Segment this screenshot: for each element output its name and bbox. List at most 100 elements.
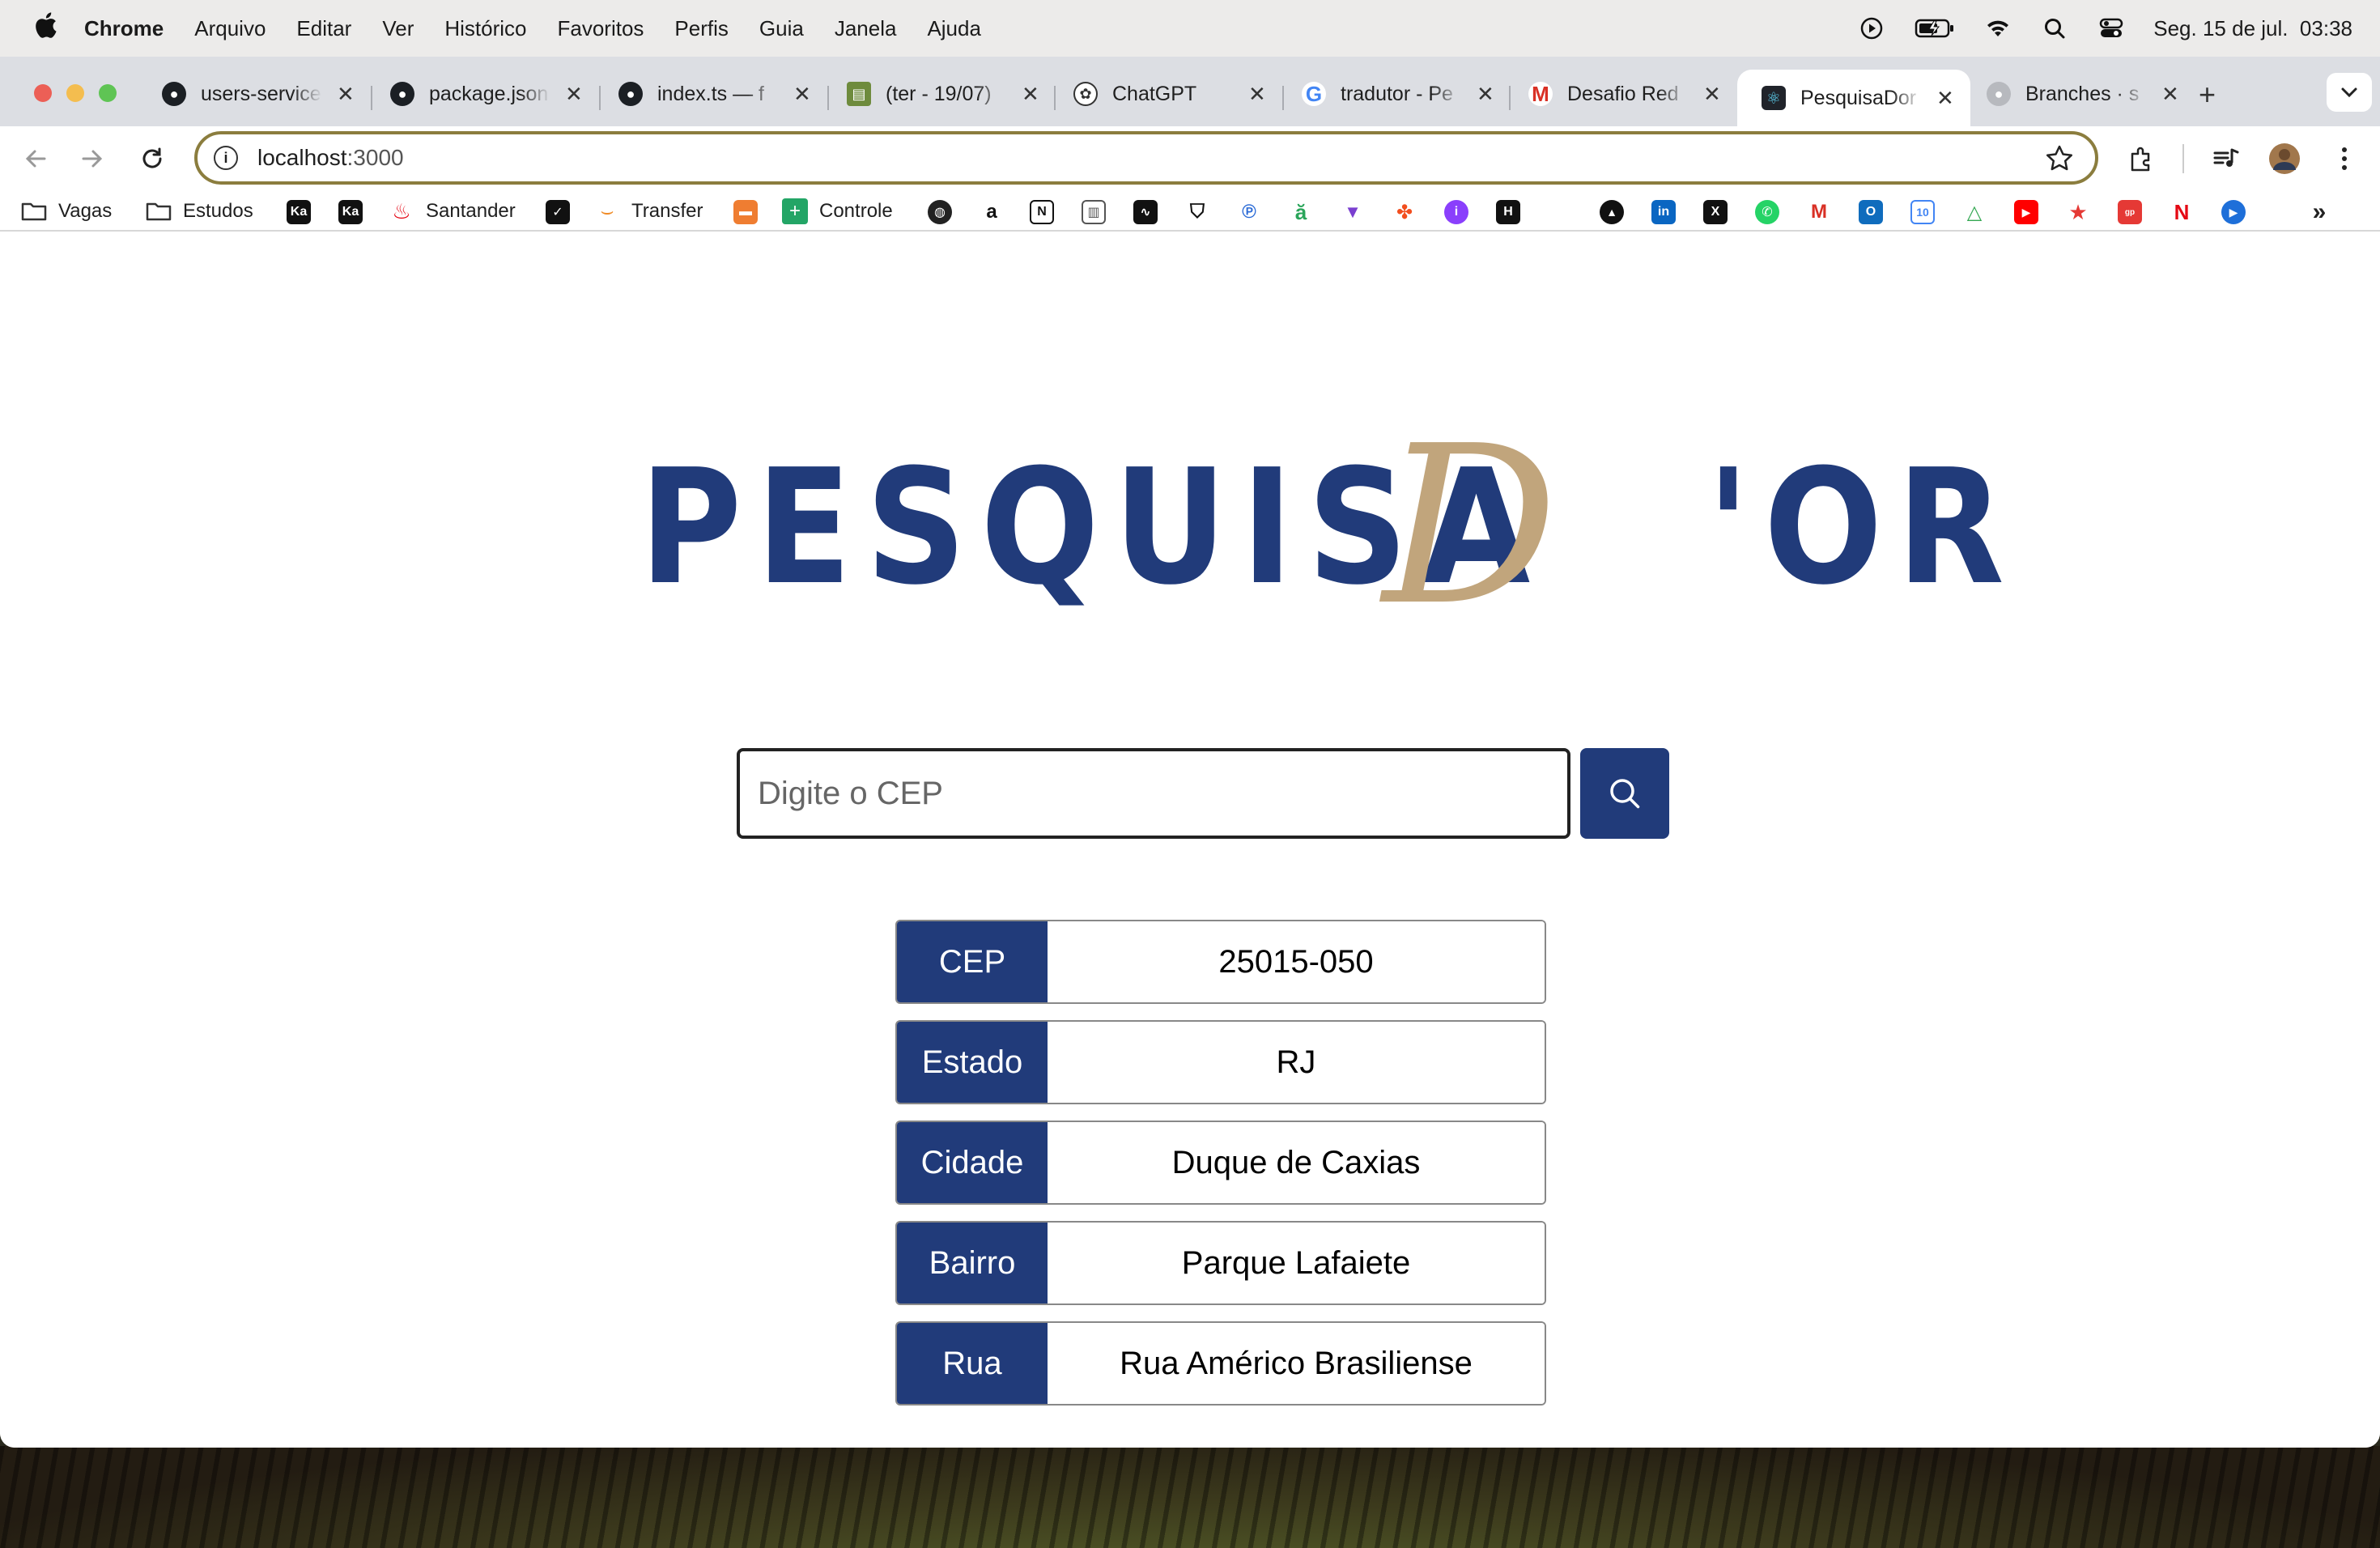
tab-index-ts[interactable]: ● index.ts — f ✕ (594, 70, 827, 118)
apple-icon[interactable] (29, 11, 62, 47)
linkedin-icon[interactable]: in (1651, 200, 1676, 224)
spotlight-search-icon[interactable] (2040, 17, 2069, 40)
chevron-down-icon (2341, 87, 2357, 98)
close-tab-icon[interactable]: ✕ (2161, 82, 2179, 107)
menu-guia[interactable]: Guia (759, 16, 804, 41)
close-tab-icon[interactable]: ✕ (1248, 82, 1266, 107)
search-button[interactable] (1580, 748, 1669, 839)
gmail-icon[interactable]: M (1807, 200, 1831, 224)
wolf-icon[interactable]: ▼ (1341, 200, 1365, 224)
close-tab-icon[interactable]: ✕ (793, 82, 811, 107)
close-tab-icon[interactable]: ✕ (565, 82, 583, 107)
tab-users-service[interactable]: ● users-service ✕ (138, 70, 371, 118)
bookmark-controle[interactable]: + Controle (782, 198, 893, 225)
star-red-icon[interactable]: ★ (2066, 200, 2090, 224)
netflix-icon[interactable]: N (2170, 200, 2194, 224)
close-window-button[interactable] (34, 84, 52, 102)
tab-package-json[interactable]: ● package.json ✕ (366, 70, 599, 118)
result-row-estado: Estado RJ (895, 1020, 1546, 1104)
menu-arquivo[interactable]: Arquivo (194, 16, 266, 41)
extensions-button[interactable] (2126, 142, 2158, 175)
a-breve-icon[interactable]: ă (1289, 200, 1313, 224)
media-control-button[interactable] (2210, 142, 2242, 175)
tab-pesquisador[interactable]: ⚛ PesquisaDor ✕ (1737, 70, 1970, 126)
sheets-icon: + (782, 198, 808, 224)
menu-janela[interactable]: Janela (835, 16, 897, 41)
zoom-window-button[interactable] (99, 84, 117, 102)
result-value: 25015-050 (1048, 921, 1545, 1002)
bookmark-transfer[interactable]: ⌣ Transfer (594, 198, 703, 225)
forward-button[interactable] (76, 142, 108, 175)
menu-perfis[interactable]: Perfis (674, 16, 728, 41)
google-drive-icon[interactable]: △ (1962, 200, 1987, 224)
tab-search-button[interactable] (2327, 73, 2372, 112)
wifi-icon[interactable] (1983, 17, 2012, 40)
menu-favoritos[interactable]: Favoritos (558, 16, 644, 41)
trello-icon[interactable]: ▥ (1082, 200, 1106, 224)
calendar-icon[interactable]: 10 (1910, 200, 1935, 224)
close-tab-icon[interactable]: ✕ (1477, 82, 1494, 107)
pulse-icon[interactable]: ∿ (1133, 200, 1158, 224)
amazon-icon[interactable]: a (980, 200, 1004, 224)
globe-icon[interactable]: ◍ (928, 200, 952, 224)
h-icon[interactable]: H (1496, 200, 1520, 224)
notion-icon[interactable]: N (1030, 200, 1054, 224)
cep-search-input[interactable] (737, 748, 1570, 839)
close-tab-icon[interactable]: ✕ (337, 82, 355, 107)
x-icon[interactable]: X (1703, 200, 1728, 224)
outlook-icon[interactable]: O (1859, 200, 1883, 224)
bookmarks-bar: Vagas Estudos Ka Ka ♨ Santander ✓ ⌣ Tran… (0, 191, 2380, 232)
reload-button[interactable] (136, 142, 168, 175)
ka-bookmark-icon[interactable]: Ka (287, 200, 311, 224)
menu-app-name[interactable]: Chrome (84, 16, 164, 41)
github-icon: ● (1987, 82, 2011, 106)
vercel-icon[interactable]: ▲ (1600, 200, 1624, 224)
globoplay-icon[interactable]: gp (2118, 200, 2142, 224)
bookmark-star-icon[interactable] (2045, 144, 2074, 179)
p-icon[interactable]: ℗ (1237, 200, 1261, 224)
menu-ver[interactable]: Ver (382, 16, 414, 41)
bookmark-label: Vagas (58, 200, 113, 222)
minimize-window-button[interactable] (66, 84, 84, 102)
tab-branches[interactable]: ● Branches · s ✕ (1962, 70, 2195, 118)
site-info-icon[interactable]: i (214, 146, 238, 170)
tab-ter-19-07[interactable]: ▤ (ter - 19/07) ✕ (822, 70, 1056, 118)
bookmark-folder-estudos[interactable]: Estudos (146, 198, 253, 225)
info-purple-icon[interactable]: i (1444, 200, 1468, 224)
close-tab-icon[interactable]: ✕ (1703, 82, 1721, 107)
back-button[interactable] (19, 142, 52, 175)
figma-icon[interactable]: ✤ (1392, 200, 1417, 224)
tab-tradutor[interactable]: G tradutor - Pe ✕ (1277, 70, 1511, 118)
tab-label: package.json (429, 82, 549, 105)
tab-chatgpt[interactable]: ✿ ChatGPT ✕ (1049, 70, 1282, 118)
tab-desafio[interactable]: M Desafio Red ✕ (1504, 70, 1737, 118)
logo-text: PESQUISA 'OR (640, 436, 2019, 620)
shield-icon[interactable]: ⛉ (1185, 200, 1209, 224)
bookmark-santander[interactable]: ♨ Santander (389, 198, 515, 225)
amazon-smile-icon: ⌣ (600, 198, 614, 223)
tab-label: tradutor - Pe (1341, 82, 1453, 105)
whatsapp-icon[interactable]: ✆ (1755, 200, 1779, 224)
nike-bookmark-icon[interactable]: ✓ (546, 200, 570, 224)
ka-bookmark-icon[interactable]: Ka (338, 200, 363, 224)
battery-charging-icon[interactable] (1914, 17, 1956, 40)
close-tab-icon[interactable]: ✕ (1022, 82, 1039, 107)
chevron-double-right-icon[interactable]: » (2307, 198, 2331, 225)
search-row (737, 748, 1669, 839)
close-tab-icon[interactable]: ✕ (1936, 86, 1954, 111)
control-center-icon[interactable] (2097, 17, 2126, 40)
new-tab-button[interactable]: + (2199, 78, 2216, 112)
menu-historico[interactable]: Histórico (444, 16, 526, 41)
orange-bookmark-icon[interactable]: ▬ (733, 200, 758, 224)
youtube-icon[interactable]: ▶ (2014, 200, 2038, 224)
menubar-datetime[interactable]: Seg. 15 de jul. 03:38 (2153, 16, 2352, 41)
menu-editar[interactable]: Editar (296, 16, 351, 41)
profile-avatar[interactable] (2268, 142, 2301, 175)
menu-ajuda[interactable]: Ajuda (927, 16, 981, 41)
chrome-menu-button[interactable] (2328, 142, 2361, 175)
address-bar[interactable]: i localhost:3000 (194, 131, 2098, 185)
play-blue-icon[interactable]: ▶ (2221, 200, 2246, 224)
play-circle-icon[interactable] (1857, 17, 1886, 40)
bookmark-folder-vagas[interactable]: Vagas (21, 198, 112, 225)
result-label: CEP (897, 921, 1048, 1002)
